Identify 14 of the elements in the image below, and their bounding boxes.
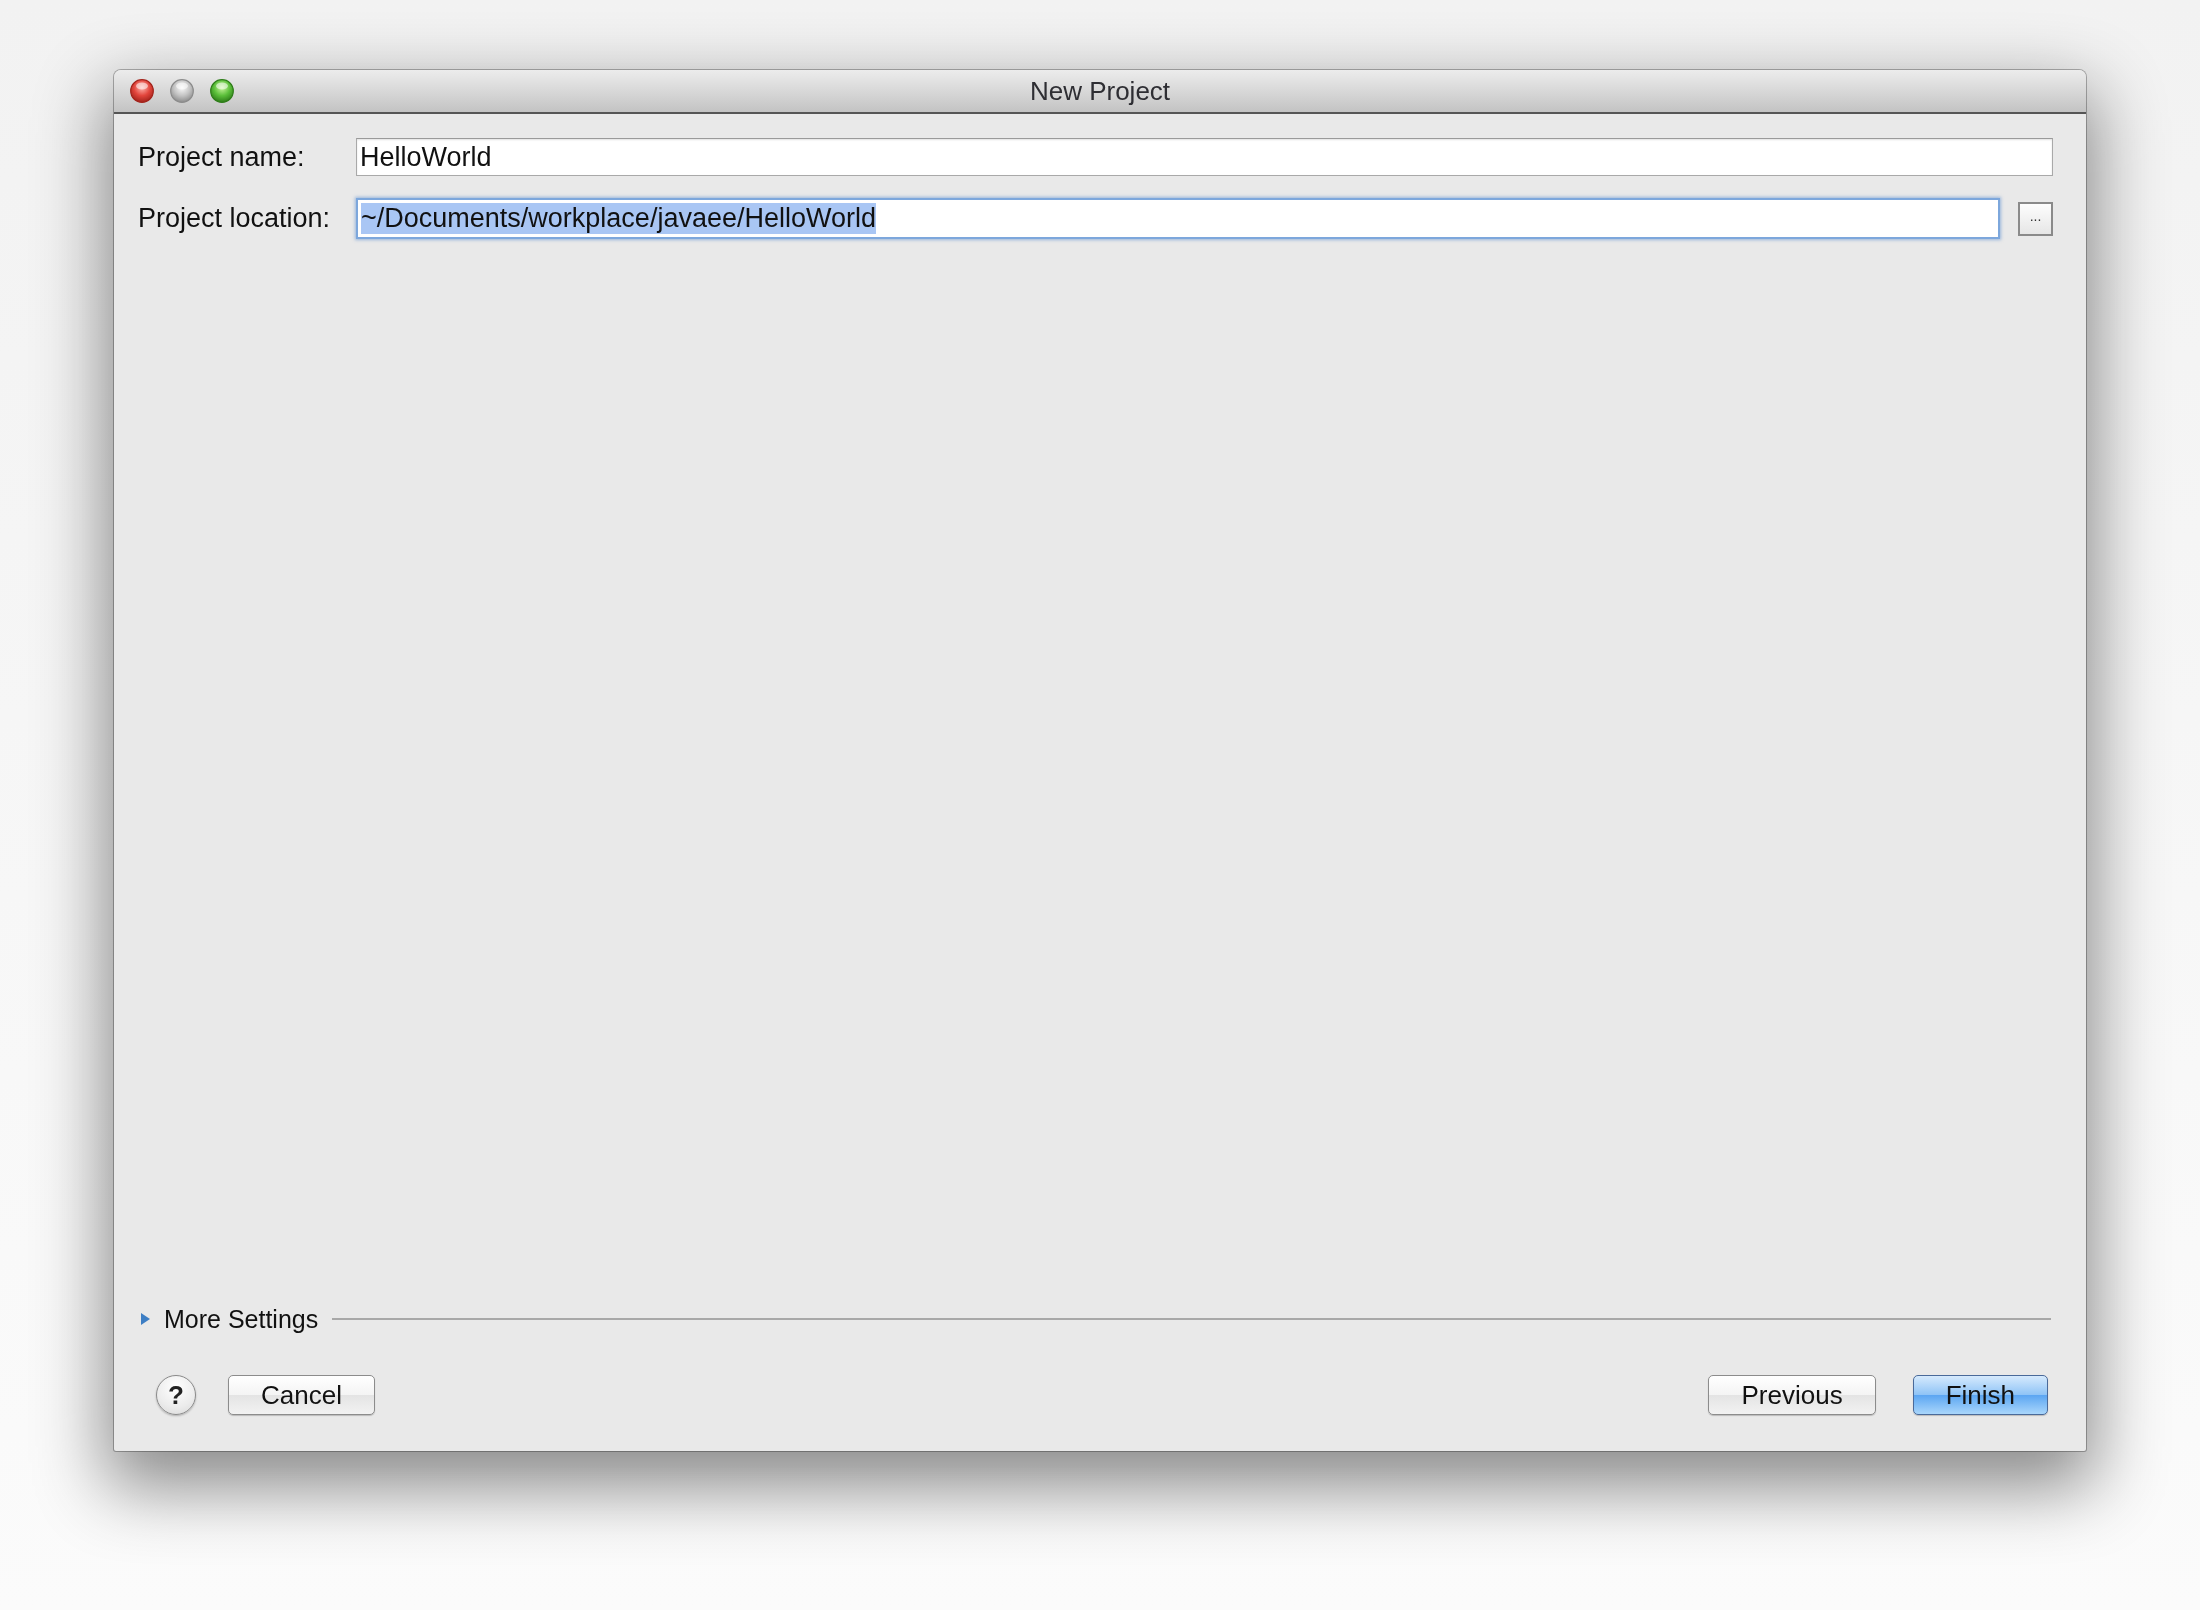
field-label: Project location: [138, 203, 332, 234]
field-label: Project name: [138, 141, 306, 173]
more-settings-toggle[interactable]: More Settings [164, 1304, 319, 1334]
default-action-button[interactable]: Finish [1912, 1375, 2048, 1415]
disclosure-triangle-icon[interactable] [140, 1313, 151, 1325]
text-field[interactable]: ~/Documents/workplace/javaee/HelloWorld [356, 198, 2000, 239]
browse-button[interactable]: ... [2018, 201, 2053, 236]
maximize-icon[interactable] [210, 79, 234, 103]
dialog-button[interactable]: Cancel [228, 1375, 375, 1415]
help-button[interactable]: ? [156, 1375, 196, 1415]
text-field[interactable]: HelloWorld [356, 138, 2053, 176]
window-title: New Project [1029, 75, 1171, 107]
dialog-button[interactable]: Previous [1708, 1375, 1876, 1415]
close-icon[interactable] [130, 79, 154, 103]
